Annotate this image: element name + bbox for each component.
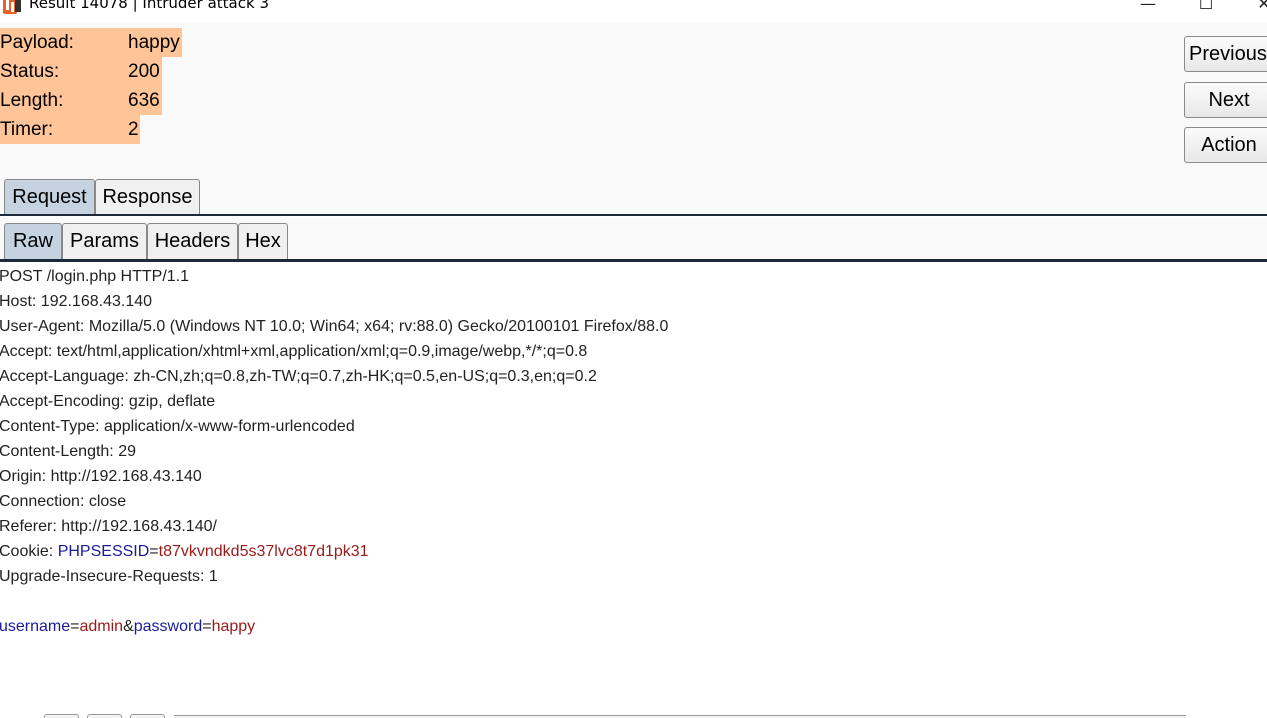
cookie-equals: = [149, 543, 159, 560]
payload-value: happy [128, 32, 180, 53]
body-equals-2: = [202, 618, 212, 635]
header-content-length: Content-Length: 29 [0, 443, 136, 460]
close-button[interactable]: ✕ [1244, 0, 1267, 16]
request-line: POST /login.php HTTP/1.1 [0, 268, 190, 285]
header-referer: Referer: http://192.168.43.140/ [0, 518, 217, 535]
body-param-password-name: password [133, 618, 203, 635]
payload-label: Payload: [0, 32, 74, 53]
previous-button[interactable]: Previous [1184, 36, 1267, 72]
header-upgrade-insecure-requests: Upgrade-Insecure-Requests: 1 [0, 568, 218, 585]
tab-params[interactable]: Params [62, 223, 147, 259]
body-equals-1: = [70, 618, 80, 635]
status-row: Status: 200 [0, 57, 162, 86]
body-ampersand: & [123, 618, 134, 635]
tab-raw[interactable]: Raw [4, 223, 62, 259]
cookie-name: PHPSESSID [57, 543, 150, 560]
window-title: Result 14078 | Intruder attack 3 [29, 0, 269, 12]
length-label: Length: [0, 90, 64, 111]
subtab-divider [0, 259, 1267, 262]
body-param-password-value: happy [211, 618, 256, 635]
timer-label: Timer: [0, 119, 54, 140]
header-accept: Accept: text/html,application/xhtml+xml,… [0, 343, 588, 360]
length-value: 636 [128, 90, 160, 111]
next-match-button[interactable] [130, 714, 165, 718]
length-row: Length: 636 [0, 86, 162, 115]
tab-request[interactable]: Request [4, 179, 95, 215]
maximize-button[interactable]: ☐ [1186, 0, 1226, 16]
body-param-username-value: admin [79, 618, 124, 635]
header-cookie: Cookie: PHPSESSID=t87vkvndkd5s37lvc8t7d1… [0, 539, 369, 564]
previous-match-button[interactable] [87, 714, 122, 718]
next-button[interactable]: Next [1184, 82, 1267, 118]
tab-divider [0, 214, 1267, 216]
action-button[interactable]: Action [1184, 127, 1267, 163]
tab-headers[interactable]: Headers [147, 223, 238, 259]
header-content-type: Content-Type: application/x-www-form-url… [0, 418, 355, 435]
intruder-result-window: Result 14078 | Intruder attack 3 — ☐ ✕ P… [0, 0, 1267, 718]
raw-request-editor[interactable]: POST /login.php HTTP/1.1 Host: 192.168.4… [0, 264, 1267, 714]
body-param-username-name: username [0, 618, 71, 635]
header-origin: Origin: http://192.168.43.140 [0, 468, 202, 485]
tab-response[interactable]: Response [95, 179, 200, 215]
status-label: Status: [0, 61, 60, 82]
timer-value: 2 [128, 119, 139, 140]
help-button[interactable] [44, 714, 79, 718]
header-accept-language: Accept-Language: zh-CN,zh;q=0.8,zh-TW;q=… [0, 368, 597, 385]
minimize-button[interactable]: — [1128, 0, 1168, 16]
cookie-prefix: Cookie: [0, 543, 58, 560]
header-user-agent: User-Agent: Mozilla/5.0 (Windows NT 10.0… [0, 318, 669, 335]
header-host: Host: 192.168.43.140 [0, 293, 153, 310]
header-accept-encoding: Accept-Encoding: gzip, deflate [0, 393, 216, 410]
cookie-value: t87vkvndkd5s37lvc8t7d1pk31 [158, 543, 369, 560]
burp-suite-icon [3, 0, 21, 14]
title-bar: Result 14078 | Intruder attack 3 — ☐ ✕ [0, 0, 1267, 22]
status-value: 200 [128, 61, 160, 82]
header-connection: Connection: close [0, 493, 127, 510]
payload-row: Payload: happy [0, 28, 182, 57]
tab-hex[interactable]: Hex [238, 223, 288, 259]
timer-row: Timer: 2 [0, 115, 140, 144]
request-body: username=admin&password=happy [0, 614, 255, 639]
